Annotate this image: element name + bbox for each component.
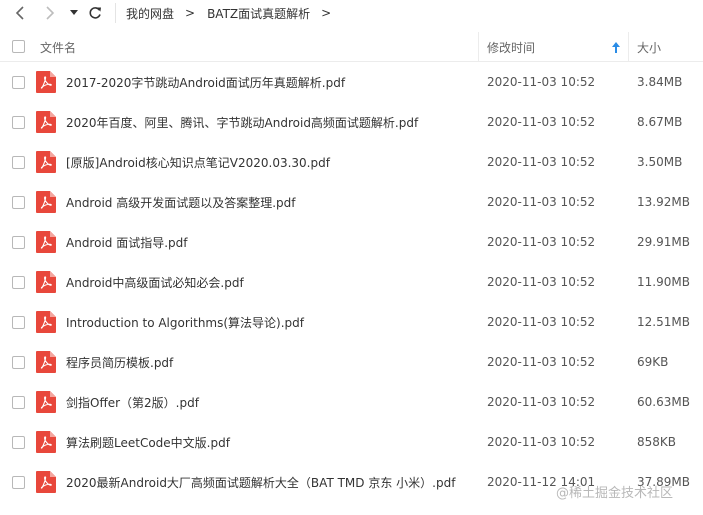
pdf-file-icon [36, 231, 56, 253]
column-separator[interactable] [478, 32, 479, 62]
back-button[interactable] [10, 3, 30, 23]
pdf-file-icon [36, 191, 56, 213]
file-row-checkbox[interactable] [12, 396, 25, 409]
file-modified-date: 2020-11-03 10:52 [487, 435, 596, 449]
file-row-checkbox[interactable] [12, 156, 25, 169]
file-row[interactable]: 2020年百度、阿里、腾讯、字节跳动Android高频面试题解析.pdf 202… [0, 102, 703, 142]
pdf-file-icon [36, 151, 56, 173]
file-row[interactable]: [原版]Android核心知识点笔记V2020.03.30.pdf 2020-1… [0, 142, 703, 182]
file-modified-date: 2020-11-03 10:52 [487, 315, 596, 329]
sort-indicator[interactable] [612, 32, 620, 62]
watermark: @稀土掘金技术社区 [556, 485, 674, 501]
file-row-checkbox[interactable] [12, 196, 25, 209]
forward-button[interactable] [40, 3, 60, 23]
file-row-checkbox[interactable] [12, 236, 25, 249]
pdf-file-icon [36, 71, 56, 93]
toolbar-divider [115, 3, 116, 23]
file-name[interactable]: Android中高级面试必知必会.pdf [66, 262, 476, 302]
file-size: 11.90MB [637, 275, 690, 289]
breadcrumb-current-folder[interactable]: BATZ面试真题解析 [207, 5, 310, 22]
file-name[interactable]: 程序员简历模板.pdf [66, 342, 476, 382]
file-size: 8.67MB [637, 115, 683, 129]
history-dropdown-button[interactable] [66, 3, 82, 23]
sort-up-arrow-icon [612, 41, 620, 53]
pdf-file-icon [36, 271, 56, 293]
file-name[interactable]: 2020最新Android大厂高频面试题解析大全（BAT TMD 京东 小米）.… [66, 462, 476, 502]
select-all-checkbox[interactable] [12, 40, 25, 53]
breadcrumb-separator[interactable]: > [321, 6, 331, 20]
file-size: 3.84MB [637, 75, 683, 89]
file-row-checkbox[interactable] [12, 476, 25, 489]
column-header-modified[interactable]: 修改时间 [487, 32, 535, 62]
file-row[interactable]: 程序员简历模板.pdf 2020-11-03 10:52 69KB [0, 342, 703, 382]
file-name[interactable]: 2020年百度、阿里、腾讯、字节跳动Android高频面试题解析.pdf [66, 102, 476, 142]
file-row-checkbox[interactable] [12, 356, 25, 369]
file-row[interactable]: Android 面试指导.pdf 2020-11-03 10:52 29.91M… [0, 222, 703, 262]
file-modified-date: 2020-11-03 10:52 [487, 355, 596, 369]
chevron-right-icon [46, 6, 55, 20]
caret-down-icon [70, 10, 78, 15]
file-modified-date: 2020-11-03 10:52 [487, 195, 596, 209]
file-name[interactable]: Introduction to Algorithms(算法导论).pdf [66, 302, 476, 342]
refresh-icon [89, 7, 101, 19]
file-size: 13.92MB [637, 195, 690, 209]
file-row-checkbox[interactable] [12, 276, 25, 289]
file-modified-date: 2020-11-03 10:52 [487, 75, 596, 89]
file-size: 12.51MB [637, 315, 690, 329]
file-size: 858KB [637, 435, 677, 449]
pdf-file-icon [36, 471, 56, 493]
pdf-file-icon [36, 391, 56, 413]
pdf-file-icon [36, 111, 56, 133]
refresh-button[interactable] [86, 3, 104, 23]
file-row[interactable]: 剑指Offer（第2版）.pdf 2020-11-03 10:52 60.63M… [0, 382, 703, 422]
file-modified-date: 2020-11-03 10:52 [487, 115, 596, 129]
pdf-file-icon [36, 431, 56, 453]
file-name[interactable]: Android 高级开发面试题以及答案整理.pdf [66, 182, 476, 222]
file-row-checkbox[interactable] [12, 436, 25, 449]
file-row[interactable]: Android 高级开发面试题以及答案整理.pdf 2020-11-03 10:… [0, 182, 703, 222]
file-size: 29.91MB [637, 235, 690, 249]
file-name[interactable]: [原版]Android核心知识点笔记V2020.03.30.pdf [66, 142, 476, 182]
pdf-file-icon [36, 311, 56, 333]
file-size: 3.50MB [637, 155, 683, 169]
file-row[interactable]: 算法刷题LeetCode中文版.pdf 2020-11-03 10:52 858… [0, 422, 703, 462]
file-size: 60.63MB [637, 395, 690, 409]
breadcrumb-separator: > [185, 6, 196, 20]
toolbar: 我的网盘 > BATZ面试真题解析 > [0, 0, 703, 26]
breadcrumb: 我的网盘 > BATZ面试真题解析 > [126, 0, 343, 26]
file-browser-window: 我的网盘 > BATZ面试真题解析 > 文件名 修改时间 大小 2017-202… [0, 0, 703, 515]
file-name[interactable]: 算法刷题LeetCode中文版.pdf [66, 422, 476, 462]
file-row-checkbox[interactable] [12, 316, 25, 329]
file-row[interactable]: 2017-2020字节跳动Android面试历年真题解析.pdf 2020-11… [0, 62, 703, 102]
column-header-name[interactable]: 文件名 [40, 32, 76, 62]
chevron-left-icon [15, 6, 24, 20]
column-separator[interactable] [628, 32, 629, 62]
file-size: 69KB [637, 355, 669, 369]
breadcrumb-root[interactable]: 我的网盘 [126, 5, 174, 22]
file-name[interactable]: 2017-2020字节跳动Android面试历年真题解析.pdf [66, 62, 476, 102]
column-header-size[interactable]: 大小 [637, 32, 661, 62]
file-row[interactable]: Android中高级面试必知必会.pdf 2020-11-03 10:52 11… [0, 262, 703, 302]
file-modified-date: 2020-11-03 10:52 [487, 395, 596, 409]
file-name[interactable]: Android 面试指导.pdf [66, 222, 476, 262]
file-modified-date: 2020-11-03 10:52 [487, 235, 596, 249]
file-modified-date: 2020-11-03 10:52 [487, 275, 596, 289]
pdf-file-icon [36, 351, 56, 373]
file-row-checkbox[interactable] [12, 116, 25, 129]
file-modified-date: 2020-11-03 10:52 [487, 155, 596, 169]
file-name[interactable]: 剑指Offer（第2版）.pdf [66, 382, 476, 422]
file-row[interactable]: Introduction to Algorithms(算法导论).pdf 202… [0, 302, 703, 342]
file-row-checkbox[interactable] [12, 76, 25, 89]
file-list-header: 文件名 修改时间 大小 [0, 32, 703, 62]
